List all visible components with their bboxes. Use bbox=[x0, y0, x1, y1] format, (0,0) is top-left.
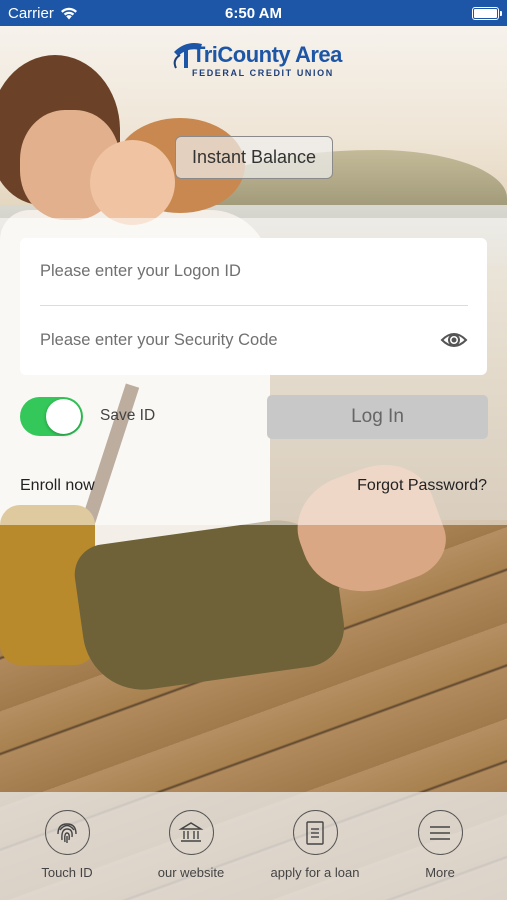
nav-label: More bbox=[425, 865, 455, 880]
nav-more[interactable]: More bbox=[385, 810, 495, 880]
nav-label: apply for a loan bbox=[270, 865, 360, 880]
fingerprint-icon bbox=[57, 822, 77, 843]
nav-label: Touch ID bbox=[41, 865, 93, 880]
logo-name: TriCounty Area bbox=[192, 42, 342, 67]
nav-touch-id[interactable]: Touch ID bbox=[12, 810, 122, 880]
nav-apply-loan[interactable]: apply for a loan bbox=[260, 810, 370, 880]
carrier-label: Carrier bbox=[8, 4, 54, 22]
instant-balance-button[interactable]: Instant Balance bbox=[175, 136, 333, 179]
logon-id-field[interactable] bbox=[40, 238, 468, 306]
battery-icon bbox=[472, 6, 502, 20]
status-bar: Carrier 6:50 AM bbox=[0, 0, 507, 26]
logo-tagline: FEDERAL CREDIT UNION bbox=[192, 68, 334, 78]
security-code-input[interactable] bbox=[40, 330, 420, 350]
eye-icon[interactable] bbox=[440, 328, 468, 352]
nav-our-website[interactable]: our website bbox=[136, 810, 246, 880]
login-button[interactable]: Log In bbox=[267, 395, 488, 439]
bottom-nav: Touch ID our website apply for a loan Mo… bbox=[0, 792, 507, 900]
save-id-toggle[interactable] bbox=[20, 397, 83, 436]
logon-id-input[interactable] bbox=[40, 262, 420, 281]
security-code-field[interactable] bbox=[40, 306, 468, 374]
menu-icon bbox=[430, 825, 450, 840]
login-card bbox=[20, 238, 487, 375]
save-id-label: Save ID bbox=[100, 407, 156, 424]
document-icon bbox=[306, 820, 324, 845]
nav-label: our website bbox=[157, 865, 225, 880]
wifi-icon bbox=[60, 7, 77, 19]
bank-icon bbox=[178, 821, 204, 842]
credit-union-logo: TriCounty Area FEDERAL CREDIT UNION bbox=[170, 38, 345, 84]
forgot-password-link[interactable]: Forgot Password? bbox=[357, 477, 487, 495]
enroll-link[interactable]: Enroll now bbox=[20, 477, 95, 495]
